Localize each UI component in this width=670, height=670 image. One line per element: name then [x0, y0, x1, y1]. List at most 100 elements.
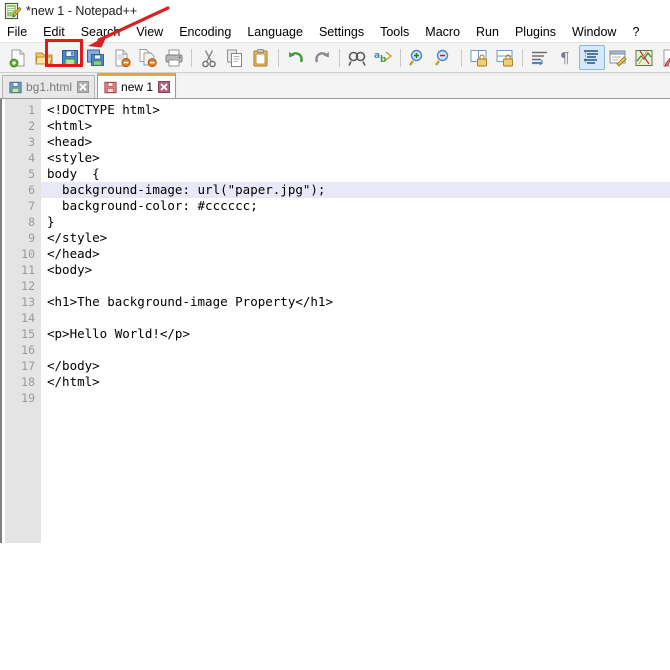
menu-item-run[interactable]: Run — [476, 25, 507, 39]
menu-item-view[interactable]: View — [136, 25, 171, 39]
code-editor[interactable]: 1 2 3 4 5 6 7 8 9 10 11 12 13 14 15 16 1… — [0, 99, 670, 543]
menu-item-settings[interactable]: Settings — [319, 25, 372, 39]
sync-horizontal-scroll-icon[interactable] — [492, 45, 518, 70]
line-number: 7 — [28, 199, 35, 213]
window-title: *new 1 - Notepad++ — [26, 4, 138, 18]
line-number: 14 — [21, 311, 35, 325]
line-number: 3 — [28, 135, 35, 149]
code-line[interactable] — [41, 310, 670, 326]
print-icon[interactable] — [161, 45, 187, 70]
code-line[interactable]: background-color: #cccccc; — [41, 198, 670, 214]
toolbar: a b ¶ — [0, 42, 670, 73]
line-number: 2 — [28, 119, 35, 133]
tab-label: new 1 — [121, 80, 154, 94]
line-number: 19 — [21, 391, 35, 405]
zoom-out-icon[interactable] — [431, 45, 457, 70]
line-number: 4 — [28, 151, 35, 165]
line-number: 15 — [21, 327, 35, 341]
menu-item-window[interactable]: Window — [572, 25, 624, 39]
close-file-icon[interactable] — [109, 45, 135, 70]
line-number: 18 — [21, 375, 35, 389]
menu-item-encoding[interactable]: Encoding — [179, 25, 239, 39]
paste-icon[interactable] — [248, 45, 274, 70]
line-number: 11 — [21, 263, 35, 277]
code-line[interactable]: <h1>The background-image Property</h1> — [41, 294, 670, 310]
find-icon[interactable] — [344, 45, 370, 70]
close-tab-icon[interactable] — [77, 81, 90, 93]
line-number: 1 — [28, 103, 35, 117]
function-list-icon[interactable] — [657, 45, 670, 70]
tab-label: bg1.html — [26, 80, 73, 94]
code-line[interactable]: </body> — [41, 358, 670, 374]
toolbar-separator — [522, 48, 523, 67]
undo-icon[interactable] — [283, 45, 309, 70]
menu-item-tools[interactable]: Tools — [380, 25, 417, 39]
line-number: 5 — [28, 167, 35, 181]
redo-icon[interactable] — [309, 45, 335, 70]
show-indent-guide-icon[interactable] — [579, 45, 605, 70]
menu-item-language[interactable]: Language — [247, 25, 311, 39]
show-all-characters-icon[interactable]: ¶ — [553, 45, 579, 70]
line-number: 16 — [21, 343, 35, 357]
line-number: 6 — [28, 183, 35, 197]
line-number: 10 — [21, 247, 35, 261]
zoom-in-icon[interactable] — [405, 45, 431, 70]
line-number: 8 — [28, 215, 35, 229]
word-wrap-icon[interactable] — [527, 45, 553, 70]
code-line[interactable]: <body> — [41, 262, 670, 278]
line-number: 12 — [21, 279, 35, 293]
code-line[interactable]: } — [41, 214, 670, 230]
line-number: 13 — [21, 295, 35, 309]
line-number: 9 — [28, 231, 35, 245]
sync-vertical-scroll-icon[interactable] — [466, 45, 492, 70]
copy-icon[interactable] — [222, 45, 248, 70]
code-line[interactable]: <style> — [41, 150, 670, 166]
menu-item-edit[interactable]: Edit — [43, 25, 73, 39]
tab-new-1[interactable]: new 1 — [97, 73, 177, 98]
document-map-icon[interactable] — [631, 45, 657, 70]
svg-text:b: b — [380, 55, 387, 65]
toolbar-separator — [400, 48, 401, 67]
toolbar-separator — [278, 48, 279, 67]
menu-item-file[interactable]: File — [7, 25, 35, 39]
code-line[interactable]: <head> — [41, 134, 670, 150]
toolbar-separator — [191, 48, 192, 67]
save-icon[interactable] — [57, 45, 83, 70]
code-line[interactable] — [41, 342, 670, 358]
code-line[interactable]: </head> — [41, 246, 670, 262]
replace-icon[interactable]: a b — [370, 45, 396, 70]
tab-bar: bg1.html new 1 — [0, 73, 670, 99]
code-line[interactable]: body { — [41, 166, 670, 182]
menu-item-macro[interactable]: Macro — [425, 25, 468, 39]
line-number-gutter: 1 2 3 4 5 6 7 8 9 10 11 12 13 14 15 16 1… — [5, 99, 41, 543]
menu-bar: File Edit Search View Encoding Language … — [0, 22, 670, 42]
menu-item-search[interactable]: Search — [81, 25, 129, 39]
toolbar-separator — [339, 48, 340, 67]
menu-item-help[interactable]: ? — [632, 25, 647, 39]
user-defined-dialog-icon[interactable] — [605, 45, 631, 70]
unsaved-document-icon — [104, 81, 117, 94]
code-line[interactable]: </html> — [41, 374, 670, 390]
code-line[interactable]: <p>Hello World!</p> — [41, 326, 670, 342]
notepad-plus-plus-icon — [4, 2, 22, 20]
close-all-files-icon[interactable] — [135, 45, 161, 70]
code-line[interactable]: <html> — [41, 118, 670, 134]
line-number: 17 — [21, 359, 35, 373]
code-line[interactable] — [41, 390, 670, 406]
cut-icon[interactable] — [196, 45, 222, 70]
close-tab-icon[interactable] — [158, 81, 171, 93]
saved-document-icon — [9, 81, 22, 94]
save-all-icon[interactable] — [83, 45, 109, 70]
code-line-current[interactable]: background-image: url("paper.jpg"); — [41, 182, 670, 198]
code-line[interactable]: <!DOCTYPE html> — [41, 102, 670, 118]
title-bar: *new 1 - Notepad++ — [0, 0, 670, 22]
new-file-icon[interactable] — [5, 45, 31, 70]
open-file-icon[interactable] — [31, 45, 57, 70]
window-blank-area — [0, 543, 670, 663]
menu-item-plugins[interactable]: Plugins — [515, 25, 564, 39]
toolbar-separator — [461, 48, 462, 67]
code-text-area[interactable]: <!DOCTYPE html> <html> <head> <style> bo… — [41, 99, 670, 543]
tab-bg1-html[interactable]: bg1.html — [2, 75, 96, 98]
code-line[interactable]: </style> — [41, 230, 670, 246]
code-line[interactable] — [41, 278, 670, 294]
